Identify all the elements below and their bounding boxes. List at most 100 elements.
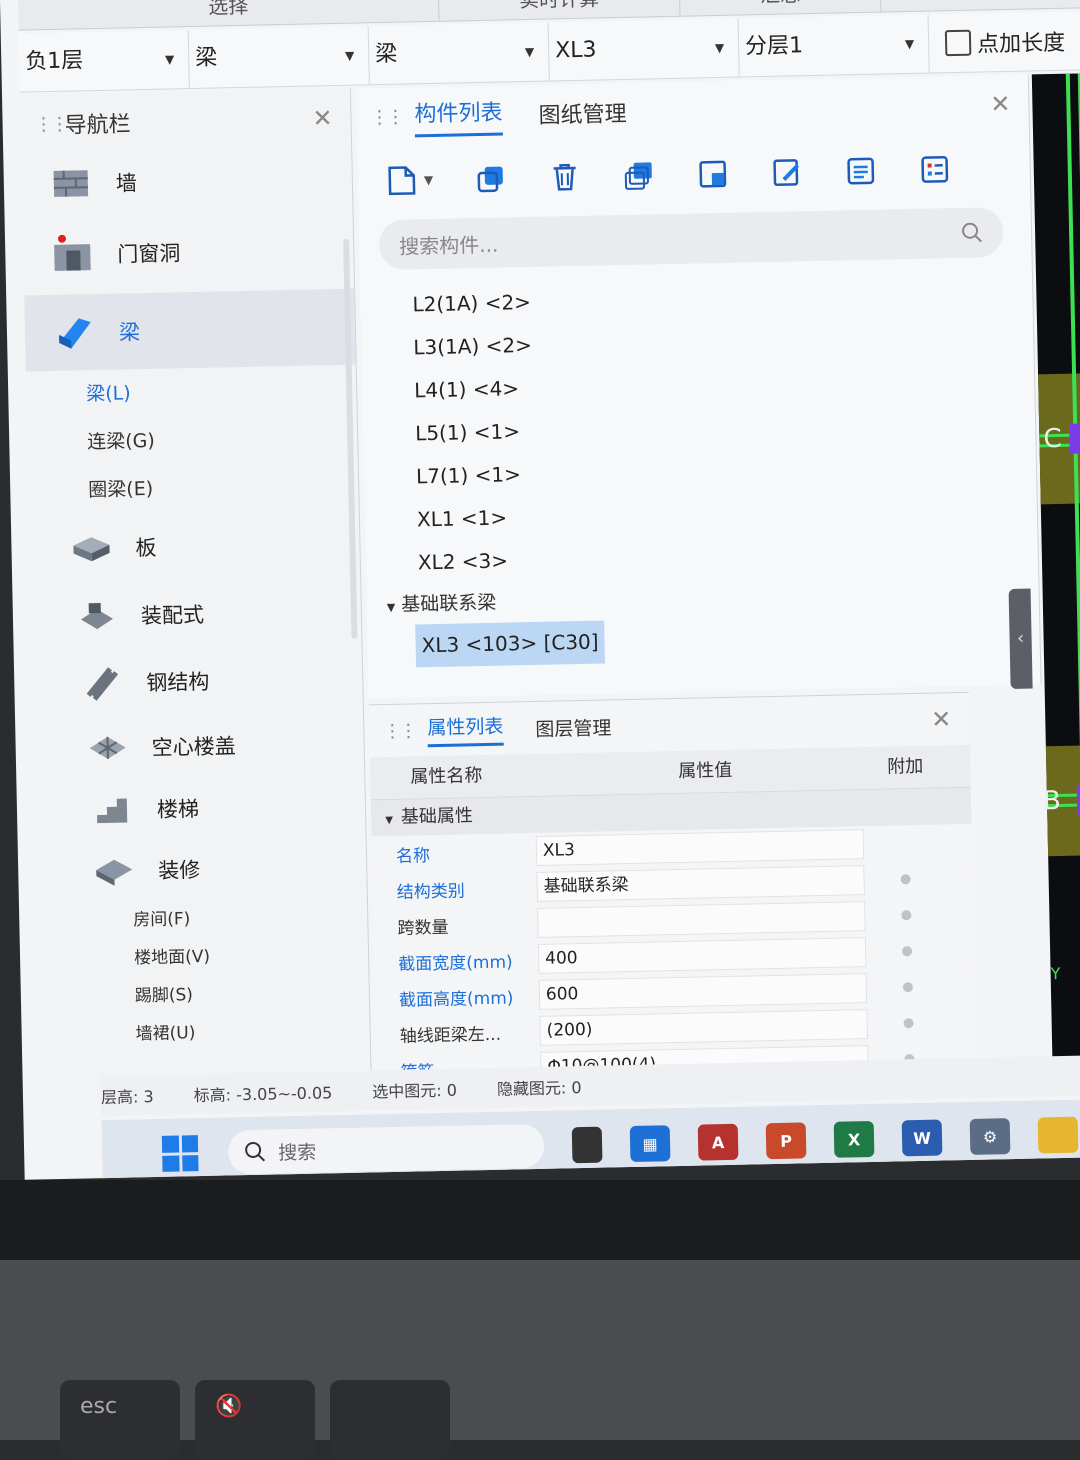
component-list-panel: ⋮⋮ 构件列表 图纸管理 ✕ ▼ 搜索构件... L2(1A) <2> L3(1… bbox=[355, 74, 1042, 699]
mute-key: 🔇 bbox=[195, 1380, 315, 1460]
caret-down-icon[interactable]: ▼ bbox=[387, 601, 396, 614]
steel-beam-icon bbox=[80, 663, 125, 704]
settings-gear-icon[interactable]: ⚙ bbox=[969, 1118, 1011, 1155]
nav-item-label: 梁 bbox=[118, 320, 141, 345]
tab-realtime-calc[interactable]: 实时计算 bbox=[438, 0, 681, 21]
task-view-icon[interactable] bbox=[571, 1126, 603, 1164]
nav-item-wall[interactable]: 墙 bbox=[21, 147, 352, 216]
list-group-label: 基础联系梁 bbox=[400, 591, 497, 616]
nav-title: 导航栏 bbox=[64, 112, 131, 139]
search-icon[interactable] bbox=[961, 221, 983, 243]
store-icon[interactable]: ▦ bbox=[629, 1125, 671, 1163]
category-select[interactable]: 梁 ▼ bbox=[188, 26, 370, 89]
component-select[interactable]: XL3 ▼ bbox=[548, 18, 740, 81]
tab-property-list[interactable]: 属性列表 bbox=[427, 711, 504, 748]
nav-sub-link-beam[interactable]: 连梁(G) bbox=[27, 413, 358, 468]
grid-floor-icon bbox=[85, 727, 130, 768]
nav-item-slab[interactable]: 板 bbox=[29, 509, 360, 584]
volume-key bbox=[330, 1380, 450, 1460]
property-value-input[interactable] bbox=[537, 901, 866, 938]
search-input[interactable]: 搜索构件... bbox=[399, 228, 499, 259]
property-name: 截面宽度(mm) bbox=[398, 951, 513, 975]
nav-panel: ⋮⋮ 导航栏 ✕ 墙 门窗洞 梁 梁(L) 连梁(G) 圈梁(E) 板 装配式 … bbox=[20, 88, 372, 1096]
component-toolbar: ▼ bbox=[357, 132, 1030, 216]
add-length-label: 点加长度 bbox=[976, 30, 1066, 58]
windows-start-icon[interactable] bbox=[161, 1135, 199, 1172]
column-marker[interactable] bbox=[1069, 423, 1080, 454]
elevation-status: 标高: -3.05~-0.05 bbox=[193, 1083, 333, 1106]
nav-item-label: 门窗洞 bbox=[117, 241, 181, 267]
close-icon[interactable]: ✕ bbox=[990, 90, 1011, 118]
drag-handle-icon[interactable]: ⋮⋮ bbox=[370, 106, 402, 128]
chevron-down-icon: ▼ bbox=[714, 40, 725, 56]
close-icon[interactable]: ✕ bbox=[931, 705, 952, 733]
taskbar-search[interactable]: 搜索 bbox=[227, 1123, 545, 1175]
extra-checkbox[interactable] bbox=[900, 874, 911, 885]
property-value-input[interactable]: (200) bbox=[539, 1009, 868, 1046]
nav-item-opening[interactable]: 门窗洞 bbox=[23, 209, 355, 296]
property-value-input[interactable]: 600 bbox=[538, 973, 868, 1010]
close-icon[interactable]: ✕ bbox=[312, 104, 333, 132]
tab-summary[interactable]: 汇总 bbox=[679, 0, 882, 16]
caret-down-icon[interactable]: ▼ bbox=[385, 815, 393, 826]
collapse-panel-button[interactable]: ‹ bbox=[1008, 588, 1033, 689]
tab-calc-results[interactable]: 土建计算结果 bbox=[880, 0, 1080, 12]
nav-item-beam[interactable]: 梁 bbox=[24, 288, 356, 372]
nav-item-steel[interactable]: 钢结构 bbox=[32, 645, 363, 718]
taskbar-search-input[interactable]: 搜索 bbox=[278, 1137, 317, 1165]
tab-component-list[interactable]: 构件列表 bbox=[414, 94, 503, 137]
excel-icon[interactable]: X bbox=[833, 1120, 875, 1158]
property-value-input[interactable]: XL3 bbox=[535, 829, 865, 866]
nav-item-label: 墙 bbox=[115, 171, 138, 196]
tab-drawing-management[interactable]: 图纸管理 bbox=[538, 96, 627, 130]
type-select-value: 梁 bbox=[374, 41, 398, 68]
property-value-input[interactable]: 400 bbox=[537, 937, 867, 974]
search-icon bbox=[245, 1141, 266, 1162]
nav-item-prefab[interactable]: 装配式 bbox=[30, 577, 361, 652]
nav-sub-ring-beam[interactable]: 圈梁(E) bbox=[28, 461, 359, 516]
property-name: 轴线距梁左... bbox=[399, 1024, 502, 1047]
nav-item-decoration[interactable]: 装修 bbox=[36, 835, 367, 904]
tab-layer-management[interactable]: 图层管理 bbox=[535, 713, 612, 742]
layer-select[interactable]: 分层1 ▼ bbox=[738, 14, 930, 77]
nav-sub-dado[interactable]: 墙裙(U) bbox=[39, 1010, 370, 1055]
extra-checkbox[interactable] bbox=[902, 946, 913, 957]
new-component-button[interactable] bbox=[386, 164, 419, 197]
checkbox-box[interactable] bbox=[944, 29, 972, 57]
drag-handle-icon[interactable]: ⋮⋮ bbox=[383, 720, 415, 742]
chevron-down-icon[interactable]: ▼ bbox=[424, 173, 434, 187]
word-icon[interactable]: W bbox=[901, 1119, 943, 1157]
add-length-checkbox[interactable]: 点加长度 bbox=[929, 12, 1066, 73]
list-view-button[interactable] bbox=[845, 155, 878, 188]
property-button[interactable] bbox=[697, 158, 730, 191]
esc-key-label: esc bbox=[80, 1394, 118, 1419]
property-name: 跨数量 bbox=[397, 917, 449, 939]
powerpoint-icon[interactable]: P bbox=[765, 1122, 807, 1160]
floor-select[interactable]: 负1层 ▼ bbox=[18, 30, 190, 92]
copy-icon bbox=[477, 166, 504, 193]
property-name: 截面高度(mm) bbox=[398, 987, 514, 1011]
delete-button[interactable] bbox=[549, 161, 582, 194]
file-explorer-icon[interactable] bbox=[1037, 1116, 1079, 1154]
detail-view-button[interactable] bbox=[919, 153, 952, 186]
layer-copy-button[interactable] bbox=[623, 159, 656, 192]
extra-checkbox[interactable] bbox=[902, 982, 913, 993]
type-select[interactable]: 梁 ▼ bbox=[368, 22, 550, 85]
extra-checkbox[interactable] bbox=[903, 1018, 914, 1029]
extra-checkbox[interactable] bbox=[901, 910, 912, 921]
mute-icon: 🔇 bbox=[215, 1394, 243, 1419]
property-value-input[interactable]: 基础联系梁 bbox=[536, 865, 865, 902]
nav-sub-beam[interactable]: 梁(L) bbox=[26, 365, 357, 420]
stairs-icon bbox=[91, 789, 136, 830]
edit-button[interactable] bbox=[771, 156, 804, 189]
chevron-down-icon: ▼ bbox=[524, 44, 535, 60]
drag-handle-icon[interactable]: ⋮⋮ bbox=[34, 113, 66, 135]
access-icon[interactable]: A bbox=[697, 1123, 739, 1161]
wall-icon bbox=[49, 163, 94, 204]
copy-button[interactable] bbox=[475, 162, 508, 195]
nav-item-stairs[interactable]: 楼梯 bbox=[34, 775, 365, 842]
nav-item-label: 空心楼盖 bbox=[151, 734, 236, 760]
chevron-down-icon: ▼ bbox=[904, 36, 915, 52]
nav-item-hollow-floor[interactable]: 空心楼盖 bbox=[33, 711, 364, 782]
chevron-down-icon: ▼ bbox=[344, 48, 355, 63]
